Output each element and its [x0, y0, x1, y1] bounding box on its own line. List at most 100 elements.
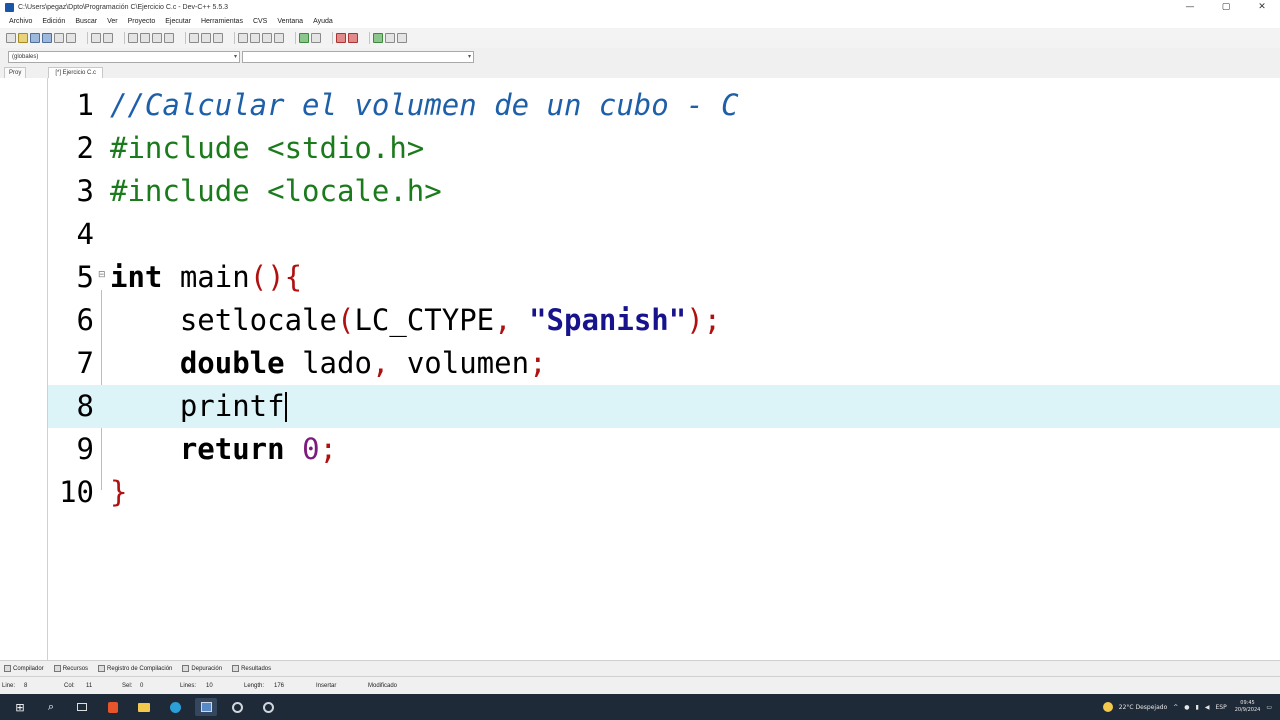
project-options-icon[interactable]: [274, 33, 284, 43]
abort-compile-icon[interactable]: [311, 33, 321, 43]
menu-ventana[interactable]: Ventana: [272, 18, 308, 25]
code-line[interactable]: 5 ⊟ int main(){: [48, 256, 1280, 299]
save-icon[interactable]: [30, 33, 40, 43]
stop-execution-icon[interactable]: [348, 33, 358, 43]
goto-line-icon[interactable]: [164, 33, 174, 43]
toolbar-divider: [332, 32, 333, 44]
menu-edicion[interactable]: Edición: [37, 18, 70, 25]
tab-label: Compilador: [13, 665, 44, 672]
compile-icon[interactable]: [299, 33, 309, 43]
code-line[interactable]: 2 #include <stdio.h>: [48, 127, 1280, 170]
weather-text[interactable]: 22°C Despejado: [1119, 704, 1168, 711]
code-text: return 0;: [110, 428, 337, 471]
code-text: #include <stdio.h>: [110, 127, 424, 170]
replace-icon[interactable]: [140, 33, 150, 43]
menu-buscar[interactable]: Buscar: [70, 18, 102, 25]
undo-icon[interactable]: [91, 33, 101, 43]
menu-ver[interactable]: Ver: [102, 18, 123, 25]
app-taskbar-icon-2[interactable]: [257, 698, 279, 716]
code-line[interactable]: 10 }: [48, 471, 1280, 514]
close-file-icon[interactable]: [54, 33, 64, 43]
tray-chevron-icon[interactable]: ^: [1173, 704, 1178, 711]
status-length-label: Length:: [244, 682, 265, 689]
find-icon[interactable]: [128, 33, 138, 43]
code-line[interactable]: 4: [48, 213, 1280, 256]
fold-toggle-icon[interactable]: ⊟: [98, 270, 106, 280]
taskbar-clock[interactable]: 09:45 20/9/2024: [1235, 700, 1261, 714]
toggle-bookmark-icon[interactable]: [213, 33, 223, 43]
code-line[interactable]: 9 return 0;: [48, 428, 1280, 471]
add-to-project-icon[interactable]: [250, 33, 260, 43]
new-file-icon[interactable]: [6, 33, 16, 43]
members-select[interactable]: ▾: [242, 51, 474, 63]
minimize-button[interactable]: —: [1172, 0, 1208, 14]
toolbar-divider: [295, 32, 296, 44]
menu-proyecto[interactable]: Proyecto: [123, 18, 161, 25]
tab-compilador[interactable]: Compilador: [4, 665, 44, 672]
menu-ayuda[interactable]: Ayuda: [308, 18, 338, 25]
line-number: 3: [76, 174, 94, 208]
status-sel-label: Sel:: [122, 682, 133, 689]
run-icon[interactable]: [373, 33, 383, 43]
redo-icon[interactable]: [103, 33, 113, 43]
start-icon[interactable]: ⊞: [9, 698, 31, 716]
print-icon[interactable]: [66, 33, 76, 43]
open-file-icon[interactable]: [18, 33, 28, 43]
globals-select[interactable]: (globales) ▾: [8, 51, 240, 63]
code-line[interactable]: 1 //Calcular el volumen de un cubo - C: [48, 84, 1280, 127]
code-line[interactable]: 7 double lado, volumen;: [48, 342, 1280, 385]
network-icon[interactable]: ▮: [1196, 704, 1199, 711]
profile-icon[interactable]: [385, 33, 395, 43]
globals-select-value: (globales): [12, 54, 39, 60]
maximize-button[interactable]: ▢: [1208, 0, 1244, 14]
code-line[interactable]: 6 setlocale(LC_CTYPE, "Spanish");: [48, 299, 1280, 342]
microphone-icon[interactable]: ●: [1184, 704, 1189, 711]
toolbar-divider: [234, 32, 235, 44]
devcpp-taskbar-icon[interactable]: [195, 698, 217, 716]
close-button[interactable]: ✕: [1244, 0, 1280, 14]
menu-cvs[interactable]: CVS: [248, 18, 272, 25]
debug-icon[interactable]: [336, 33, 346, 43]
code-line[interactable]: 3 #include <locale.h>: [48, 170, 1280, 213]
keyboard-language[interactable]: ESP: [1215, 704, 1226, 711]
notifications-icon[interactable]: ▭: [1266, 704, 1272, 711]
tab-resultados[interactable]: Resultados: [232, 665, 271, 672]
number-token: 0: [302, 432, 320, 466]
brave-browser-icon[interactable]: [102, 698, 124, 716]
text-caret: [284, 392, 287, 422]
keyword-token: double: [179, 346, 285, 380]
debug-toolbar-group: [336, 33, 360, 43]
resources-icon: [53, 665, 61, 672]
file-explorer-icon[interactable]: [133, 698, 155, 716]
chevron-down-icon: ▾: [467, 54, 471, 60]
app-taskbar-icon[interactable]: [226, 698, 248, 716]
search-icon[interactable]: ⌕: [40, 698, 62, 716]
project-browser-panel[interactable]: [0, 78, 48, 660]
code-editor[interactable]: 1 //Calcular el volumen de un cubo - C 2…: [48, 78, 1280, 660]
find-next-icon[interactable]: [152, 33, 162, 43]
volume-icon[interactable]: ◀: [1205, 704, 1210, 711]
menu-archivo[interactable]: Archivo: [4, 18, 37, 25]
tab-recursos[interactable]: Recursos: [53, 665, 88, 672]
symbol-token: );: [686, 303, 722, 337]
code-line-current[interactable]: 8 printf: [48, 385, 1280, 428]
tab-depuracion[interactable]: Depuración: [182, 665, 222, 672]
rebuild-all-icon[interactable]: [397, 33, 407, 43]
unindent-icon[interactable]: [201, 33, 211, 43]
indent-toolbar-group: [189, 33, 225, 43]
edge-browser-icon[interactable]: [164, 698, 186, 716]
task-view-icon[interactable]: [71, 698, 93, 716]
tab-project[interactable]: Proy: [4, 67, 27, 78]
status-length-value: 176: [274, 682, 285, 689]
menu-herramientas[interactable]: Herramientas: [196, 18, 248, 25]
symbol-token: }: [110, 475, 128, 509]
remove-from-project-icon[interactable]: [262, 33, 272, 43]
tab-ejercicio-c[interactable]: [*] Ejercicio C.c: [48, 67, 104, 78]
new-project-icon[interactable]: [238, 33, 248, 43]
save-all-icon[interactable]: [42, 33, 52, 43]
indent-icon[interactable]: [189, 33, 199, 43]
menu-ejecutar[interactable]: Ejecutar: [160, 18, 196, 25]
tab-registro-compilacion[interactable]: Registro de Compilación: [98, 665, 172, 672]
